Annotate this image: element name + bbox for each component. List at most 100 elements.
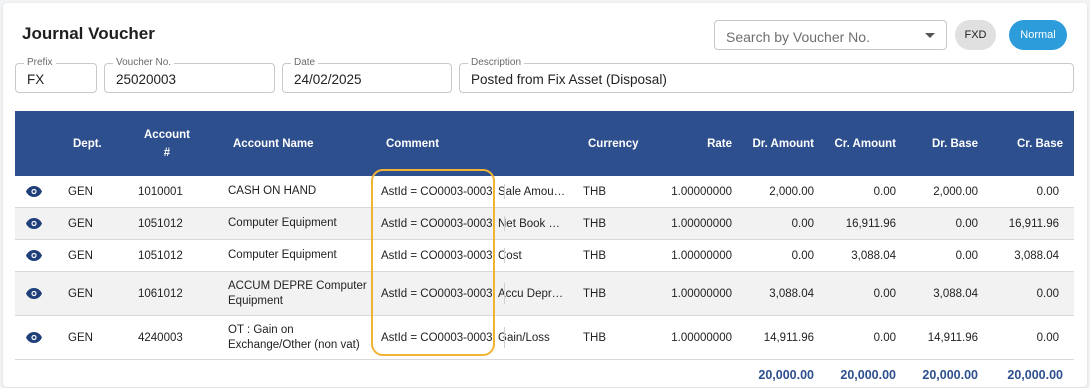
cell-cr-base: 0.00 xyxy=(1036,331,1059,344)
col-cr-amount[interactable]: Cr. Amount xyxy=(815,111,896,176)
cell-comment-desc: Net Book … xyxy=(498,217,560,230)
cell-rate: 1.00000000 xyxy=(671,185,732,198)
cell-account-name: CASH ON HAND xyxy=(228,185,317,197)
cell-cr-base: 16,911.96 xyxy=(1008,217,1059,230)
fxd-toggle-button[interactable]: FXD xyxy=(955,20,996,50)
search-placeholder: Search by Voucher No. xyxy=(726,29,870,45)
total-cr-base: 20,000.00 xyxy=(1007,368,1063,382)
prefix-value: FX xyxy=(27,72,45,87)
col-dr-amount[interactable]: Dr. Amount xyxy=(735,111,814,176)
cell-currency: THB xyxy=(583,331,606,344)
date-label: Date xyxy=(291,57,319,69)
cell-account-name: ACCUM DEPRE Computer Equipment xyxy=(228,279,367,307)
cell-cr-amount: 3,088.04 xyxy=(851,249,896,262)
cell-dept: GEN xyxy=(68,331,93,344)
cell-currency: THB xyxy=(583,217,606,230)
cell-dept: GEN xyxy=(68,185,93,198)
comment-separator xyxy=(504,215,505,232)
eye-icon[interactable] xyxy=(26,176,42,207)
col-account-no[interactable]: Account # xyxy=(131,111,203,176)
col-account-no-line2: # xyxy=(163,146,171,159)
cell-cr-amount: 16,911.96 xyxy=(845,217,896,230)
table-row[interactable]: GEN 1051012 Computer Equipment AstId = CO00… xyxy=(15,208,1074,240)
cell-comment-key: AstId = CO0003-0003 xyxy=(381,217,493,230)
col-rate[interactable]: Rate xyxy=(655,111,732,176)
cell-comment-desc: Gain/Loss xyxy=(498,331,550,344)
table-body: GEN 1010001 CASH ON HAND AstId = CO0003-000… xyxy=(15,176,1074,360)
cell-dr-base: 3,088.04 xyxy=(933,287,978,300)
cell-dept: GEN xyxy=(68,249,93,262)
col-comment[interactable]: Comment xyxy=(386,111,439,176)
page-title: Journal Voucher xyxy=(22,24,155,43)
prefix-field[interactable]: Prefix FX xyxy=(15,57,97,93)
cell-account-name: Computer Equipment xyxy=(228,249,337,261)
cell-cr-amount: 0.00 xyxy=(873,331,896,344)
table-header: Dept. Account # Account Name Comment Cur… xyxy=(15,111,1074,176)
eye-icon[interactable] xyxy=(26,316,42,359)
journal-lines-table: Dept. Account # Account Name Comment Cur… xyxy=(15,111,1074,388)
cell-account-no: 1051012 xyxy=(138,249,183,262)
description-field[interactable]: Description Posted from Fix Asset (Dispo… xyxy=(459,57,1074,93)
cell-account-name: OT : Gain on Exchange/Other (non vat) xyxy=(228,323,360,351)
comment-separator xyxy=(504,282,505,305)
cell-account-no: 4240003 xyxy=(138,331,183,344)
total-dr-amount: 20,000.00 xyxy=(758,368,814,382)
description-value: Posted from Fix Asset (Disposal) xyxy=(471,72,667,87)
cell-cr-amount: 0.00 xyxy=(873,287,896,300)
table-row[interactable]: GEN 1010001 CASH ON HAND AstId = CO0003-000… xyxy=(15,176,1074,208)
cell-dr-amount: 0.00 xyxy=(791,249,814,262)
eye-icon[interactable] xyxy=(26,240,42,271)
normal-toggle-button[interactable]: Normal xyxy=(1009,20,1067,50)
cell-dr-amount: 2,000.00 xyxy=(769,185,814,198)
cell-account-no: 1051012 xyxy=(138,217,183,230)
voucher-no-field[interactable]: Voucher No. 25020003 xyxy=(104,57,275,93)
cell-cr-base: 0.00 xyxy=(1036,185,1059,198)
col-currency[interactable]: Currency xyxy=(588,111,639,176)
cell-comment-key: AstId = CO0003-0003 xyxy=(381,249,493,262)
comment-separator xyxy=(504,183,505,200)
table-row[interactable]: GEN 4240003 OT : Gain on Exchange/Other (n… xyxy=(15,316,1074,360)
eye-icon[interactable] xyxy=(26,272,42,315)
eye-icon[interactable] xyxy=(26,208,42,239)
cell-currency: THB xyxy=(583,249,606,262)
voucher-search-select[interactable]: Search by Voucher No. xyxy=(714,20,947,50)
cell-comment-key: AstId = CO0003-0003 xyxy=(381,185,493,198)
col-dr-base[interactable]: Dr. Base xyxy=(897,111,978,176)
total-dr-base: 20,000.00 xyxy=(922,368,978,382)
cell-dr-amount: 0.00 xyxy=(791,217,814,230)
cell-comment-key: AstId = CO0003-0003 xyxy=(381,331,493,344)
voucher-no-value: 25020003 xyxy=(116,72,177,87)
cell-dept: GEN xyxy=(68,217,93,230)
date-value: 24/02/2025 xyxy=(294,72,362,87)
col-account-name[interactable]: Account Name xyxy=(233,111,314,176)
col-account-no-line1: Account xyxy=(144,128,190,141)
cell-rate: 1.00000000 xyxy=(671,217,732,230)
cell-dr-base: 0.00 xyxy=(955,217,978,230)
cell-dr-base: 0.00 xyxy=(955,249,978,262)
cell-comment-desc: Sale Amou… xyxy=(498,185,566,198)
col-cr-base[interactable]: Cr. Base xyxy=(979,111,1063,176)
cell-dr-base: 14,911.96 xyxy=(927,331,978,344)
table-row[interactable]: GEN 1051012 Computer Equipment AstId = CO00… xyxy=(15,240,1074,272)
cell-account-name: Computer Equipment xyxy=(228,217,337,229)
date-field[interactable]: Date 24/02/2025 xyxy=(282,57,452,93)
cell-cr-base: 3,088.04 xyxy=(1014,249,1059,262)
cell-currency: THB xyxy=(583,287,606,300)
cell-cr-amount: 0.00 xyxy=(873,185,896,198)
chevron-down-icon[interactable] xyxy=(925,33,935,38)
table-row[interactable]: GEN 1061012 ACCUM DEPRE Computer Equipment… xyxy=(15,272,1074,316)
cell-account-no: 1061012 xyxy=(138,287,183,300)
cell-rate: 1.00000000 xyxy=(671,287,732,300)
cell-comment-key: AstId = CO0003-0003 xyxy=(381,287,493,300)
cell-comment-desc: Cost xyxy=(498,249,522,262)
total-cr-amount: 20,000.00 xyxy=(840,368,896,382)
cell-dr-amount: 3,088.04 xyxy=(769,287,814,300)
col-dept[interactable]: Dept. xyxy=(73,111,102,176)
cell-comment-desc: Accu Depr… xyxy=(498,287,564,300)
cell-dept: GEN xyxy=(68,287,93,300)
cell-account-no: 1010001 xyxy=(138,185,183,198)
cell-rate: 1.00000000 xyxy=(671,331,732,344)
comment-separator xyxy=(504,247,505,264)
cell-rate: 1.00000000 xyxy=(671,249,732,262)
description-label: Description xyxy=(468,57,525,69)
